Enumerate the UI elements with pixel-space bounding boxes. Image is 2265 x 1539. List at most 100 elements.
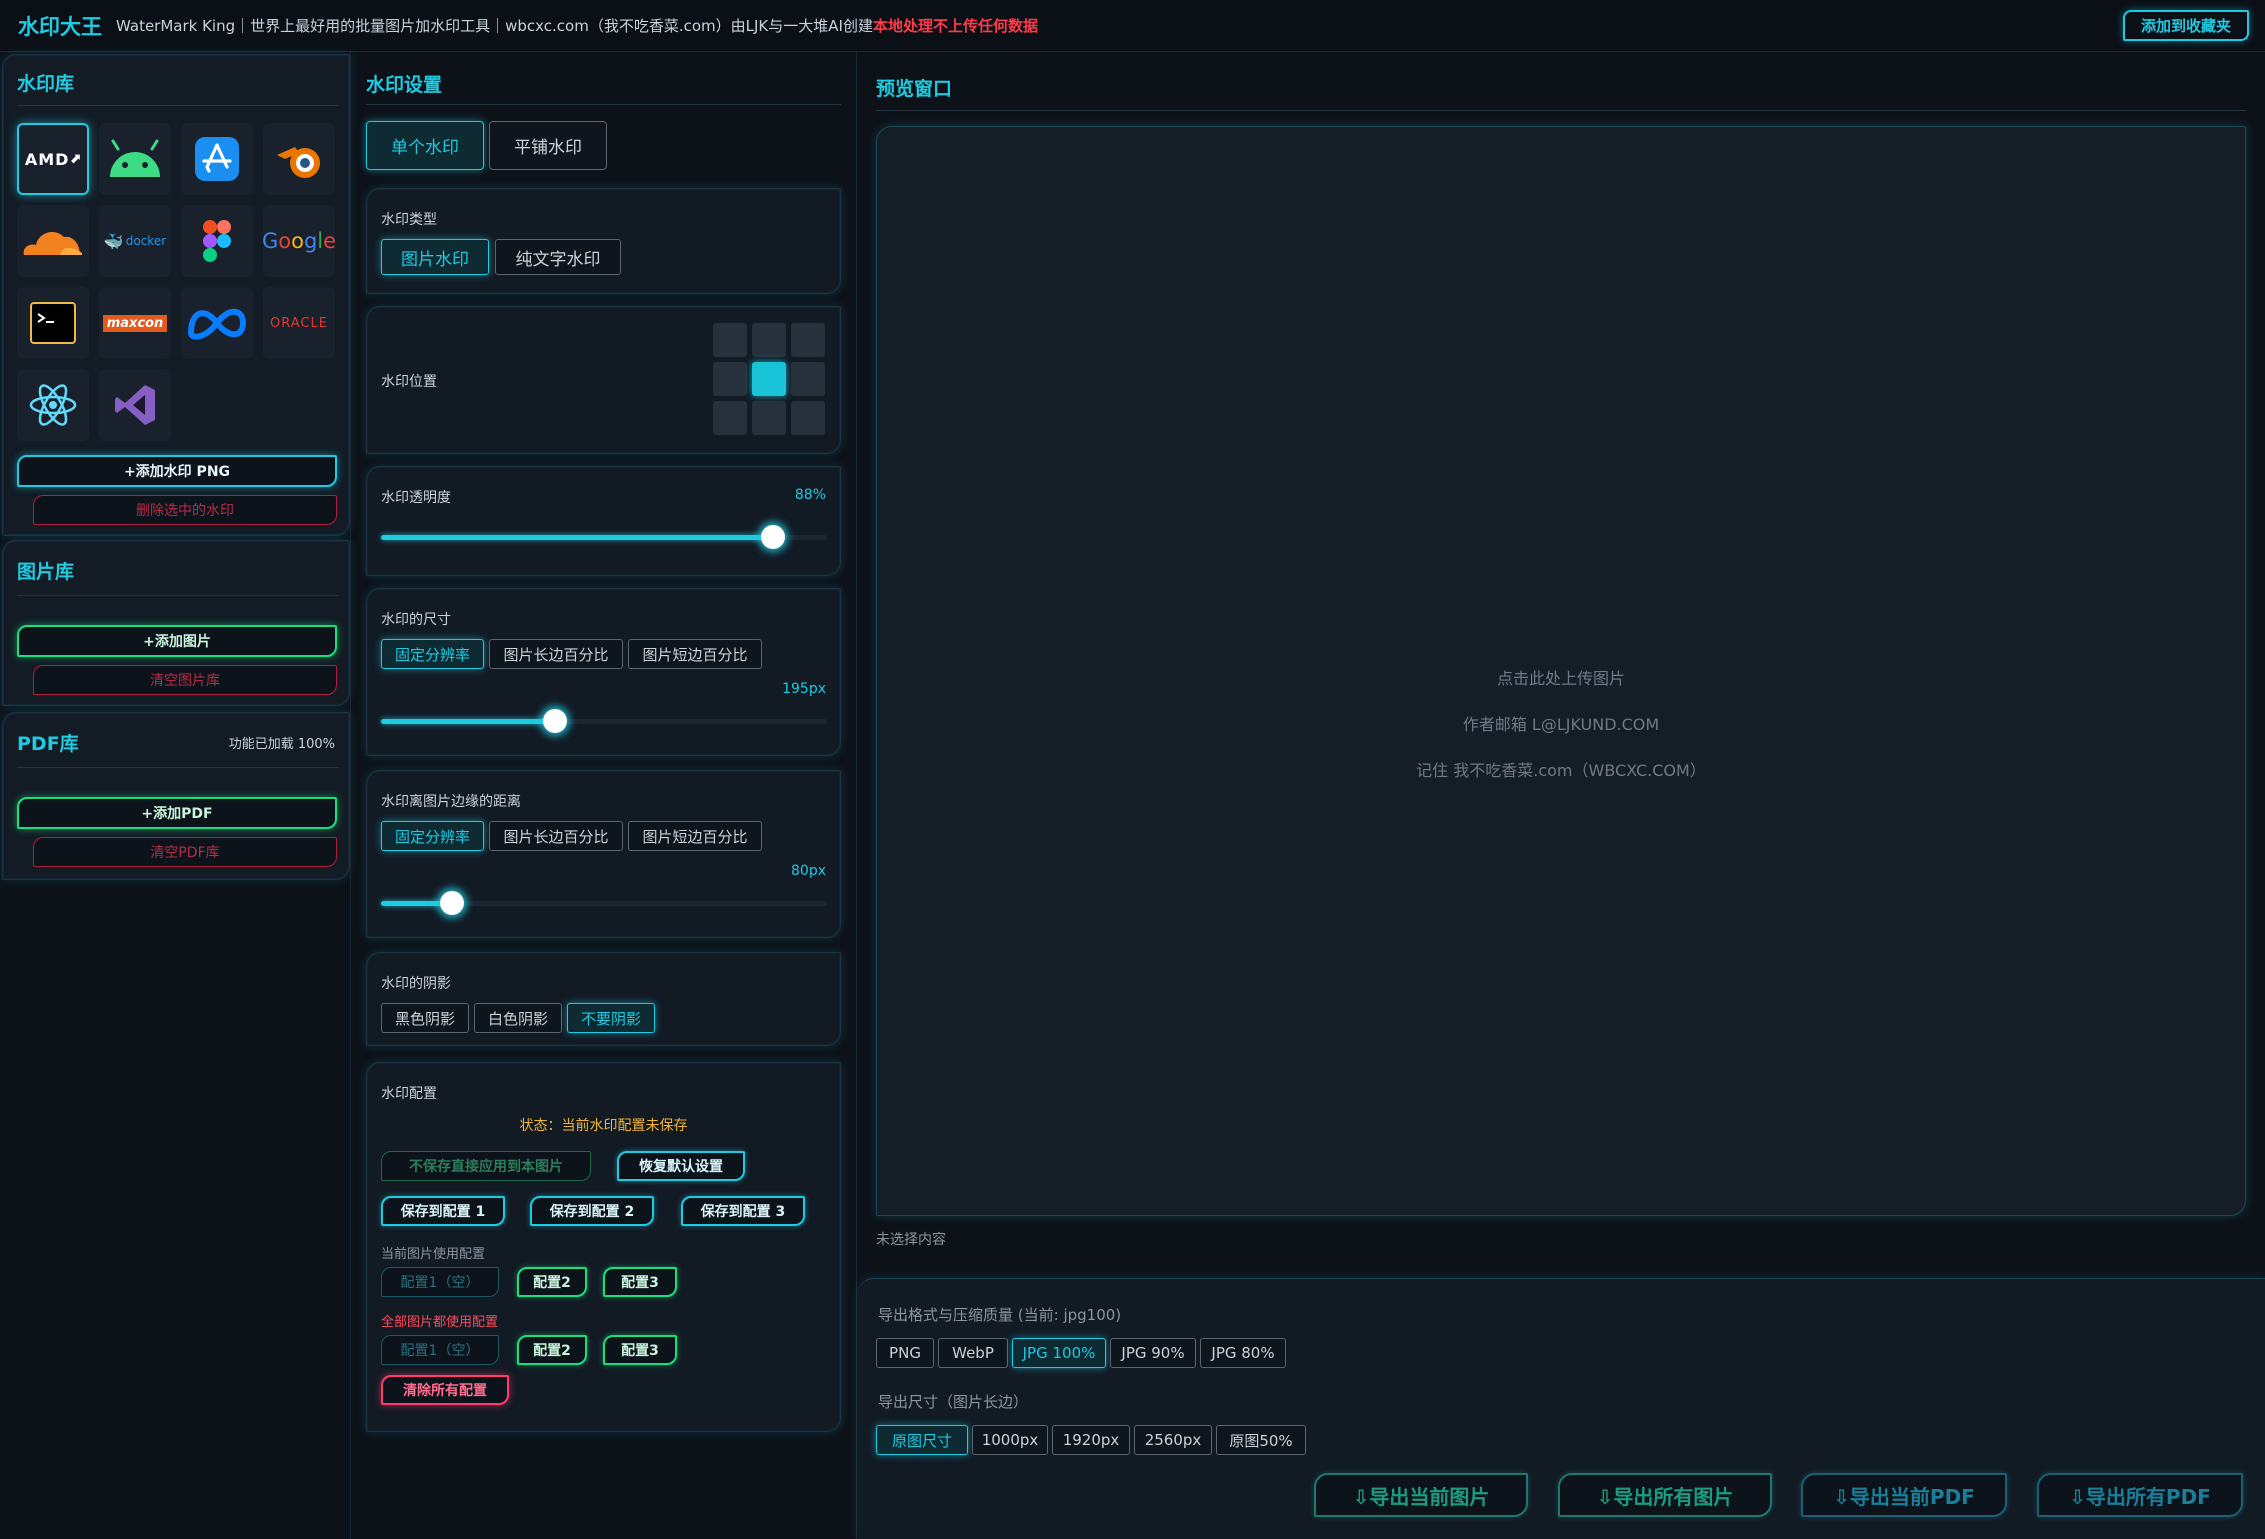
white-shadow-option[interactable]: 白色阴影	[474, 1003, 562, 1033]
react-icon	[29, 384, 77, 426]
export-all-images-button[interactable]: ⇩导出所有图片	[1558, 1473, 1772, 1517]
watermark-config-label: 水印配置	[381, 1086, 437, 1102]
watermark-type-label: 水印类型	[381, 212, 437, 228]
divider	[17, 767, 339, 768]
margin-slider-handle[interactable]	[440, 891, 464, 915]
position-middle-left[interactable]	[713, 362, 747, 396]
column-divider	[856, 52, 857, 1539]
opacity-slider-fill	[381, 535, 773, 540]
format-jpg100-option[interactable]: JPG 100%	[1012, 1338, 1106, 1368]
divider	[876, 110, 2246, 111]
meta-logo[interactable]	[181, 287, 253, 359]
maxcon-logo[interactable]: maxcon	[99, 287, 171, 359]
current-config-3-button[interactable]: 配置3	[603, 1267, 677, 1297]
position-top-left[interactable]	[713, 323, 747, 357]
watermark-margin-label: 水印离图片边缘的距离	[381, 794, 521, 810]
add-to-favorites-button[interactable]: 添加到收藏夹	[2122, 10, 2249, 41]
size-slider-handle[interactable]	[543, 709, 567, 733]
format-jpg80-option[interactable]: JPG 80%	[1200, 1338, 1286, 1368]
watermark-shadow-label: 水印的阴影	[381, 976, 451, 992]
visual-studio-logo[interactable]	[99, 369, 171, 441]
add-image-button[interactable]: +添加图片	[17, 625, 337, 657]
all-config-2-button[interactable]: 配置2	[517, 1335, 587, 1365]
format-png-option[interactable]: PNG	[876, 1338, 934, 1368]
current-config-2-button[interactable]: 配置2	[517, 1267, 587, 1297]
restore-default-button[interactable]: 恢复默认设置	[617, 1151, 745, 1181]
amd-logo[interactable]: AMD ⬈	[17, 123, 89, 195]
size-original-option[interactable]: 原图尺寸	[876, 1425, 968, 1455]
size-short-edge-percent-option[interactable]: 图片短边百分比	[628, 639, 762, 669]
format-jpg90-option[interactable]: JPG 90%	[1110, 1338, 1196, 1368]
watermark-library-title: 水印库	[17, 73, 75, 95]
google-logo[interactable]: Google	[262, 205, 336, 277]
docker-logo-text: docker	[125, 234, 167, 248]
position-center[interactable]	[752, 362, 786, 396]
app-store-logo[interactable]	[181, 123, 253, 195]
margin-short-edge-percent-option[interactable]: 图片短边百分比	[628, 821, 762, 851]
opacity-slider-handle[interactable]	[761, 525, 785, 549]
margin-value: 80px	[791, 863, 826, 879]
oracle-logo[interactable]: ORACLE	[263, 287, 335, 359]
save-config-2-button[interactable]: 保存到配置 2	[530, 1196, 654, 1226]
size-1920-option[interactable]: 1920px	[1052, 1425, 1130, 1455]
figma-logo[interactable]	[181, 205, 253, 277]
delete-watermark-button[interactable]: 删除选中的水印	[33, 495, 337, 525]
size-long-edge-percent-option[interactable]: 图片长边百分比	[489, 639, 623, 669]
clear-image-library-button[interactable]: 清空图片库	[33, 665, 337, 695]
image-library-title: 图片库	[17, 561, 75, 583]
apply-without-save-button[interactable]: 不保存直接应用到本图片	[381, 1151, 591, 1181]
position-bottom-left[interactable]	[713, 401, 747, 435]
position-top-right[interactable]	[791, 323, 825, 357]
current-image-config-label: 当前图片使用配置	[381, 1247, 486, 1262]
react-logo[interactable]	[17, 369, 89, 441]
tab-tiled-watermark[interactable]: 平铺水印	[489, 121, 607, 170]
watermark-size-card: 水印的尺寸 固定分辨率 图片长边百分比 图片短边百分比 195px	[366, 588, 841, 756]
no-shadow-option[interactable]: 不要阴影	[567, 1003, 655, 1033]
all-config-3-button[interactable]: 配置3	[603, 1335, 677, 1365]
android-icon	[110, 139, 160, 177]
margin-fixed-resolution-option[interactable]: 固定分辨率	[381, 821, 484, 851]
format-webp-option[interactable]: WebP	[938, 1338, 1008, 1368]
position-middle-right[interactable]	[791, 362, 825, 396]
oracle-logo-text: ORACLE	[270, 315, 328, 331]
size-1000-option[interactable]: 1000px	[972, 1425, 1048, 1455]
tab-single-watermark[interactable]: 单个水印	[366, 121, 484, 170]
position-bottom-center[interactable]	[752, 401, 786, 435]
size-2560-option[interactable]: 2560px	[1134, 1425, 1212, 1455]
size-half-option[interactable]: 原图50%	[1216, 1425, 1306, 1455]
preview-dropzone[interactable]: 点击此处上传图片 作者邮箱 L@LJKUND.COM 记住 我不吃香菜.com（…	[876, 126, 2246, 1216]
text-watermark-option[interactable]: 纯文字水印	[495, 239, 621, 275]
amd-arrow-icon: ⬈	[69, 151, 82, 167]
cloudflare-logo[interactable]	[17, 205, 89, 277]
all-config-1-button[interactable]: 配置1（空）	[381, 1335, 499, 1365]
position-bottom-right[interactable]	[791, 401, 825, 435]
export-all-pdf-button[interactable]: ⇩导出所有PDF	[2037, 1473, 2243, 1517]
cloudflare-icon	[23, 231, 82, 255]
save-config-3-button[interactable]: 保存到配置 3	[681, 1196, 805, 1226]
visual-studio-icon	[115, 385, 155, 425]
blender-logo[interactable]	[263, 123, 335, 195]
app-header: 水印大王 WaterMark King｜世界上最好用的批量图片加水印工具｜wbc…	[0, 0, 2265, 52]
current-config-1-button[interactable]: 配置1（空）	[381, 1267, 499, 1297]
black-shadow-option[interactable]: 黑色阴影	[381, 1003, 469, 1033]
export-current-image-button[interactable]: ⇩导出当前图片	[1314, 1473, 1528, 1517]
docker-logo[interactable]: 🐳 docker	[99, 205, 171, 277]
add-pdf-button[interactable]: +添加PDF	[17, 797, 337, 829]
watermark-config-card: 水印配置 状态：当前水印配置未保存 不保存直接应用到本图片 恢复默认设置 保存到…	[366, 1062, 841, 1432]
app-description: WaterMark King｜世界上最好用的批量图片加水印工具｜wbcxc.co…	[116, 17, 873, 35]
size-slider-fill	[381, 719, 555, 724]
terminal-logo[interactable]	[17, 287, 89, 359]
export-current-pdf-button[interactable]: ⇩导出当前PDF	[1801, 1473, 2007, 1517]
size-fixed-resolution-option[interactable]: 固定分辨率	[381, 639, 484, 669]
clear-pdf-library-button[interactable]: 清空PDF库	[33, 837, 337, 867]
image-watermark-option[interactable]: 图片水印	[381, 239, 489, 275]
watermark-size-label: 水印的尺寸	[381, 612, 451, 628]
android-logo[interactable]	[99, 123, 171, 195]
selection-status: 未选择内容	[876, 1232, 946, 1248]
add-watermark-png-button[interactable]: +添加水印 PNG	[17, 455, 337, 487]
export-format-label: 导出格式与压缩质量 (当前: jpg100)	[878, 1306, 1122, 1324]
clear-all-configs-button[interactable]: 清除所有配置	[381, 1375, 509, 1405]
margin-long-edge-percent-option[interactable]: 图片长边百分比	[489, 821, 623, 851]
position-top-center[interactable]	[752, 323, 786, 357]
save-config-1-button[interactable]: 保存到配置 1	[381, 1196, 505, 1226]
